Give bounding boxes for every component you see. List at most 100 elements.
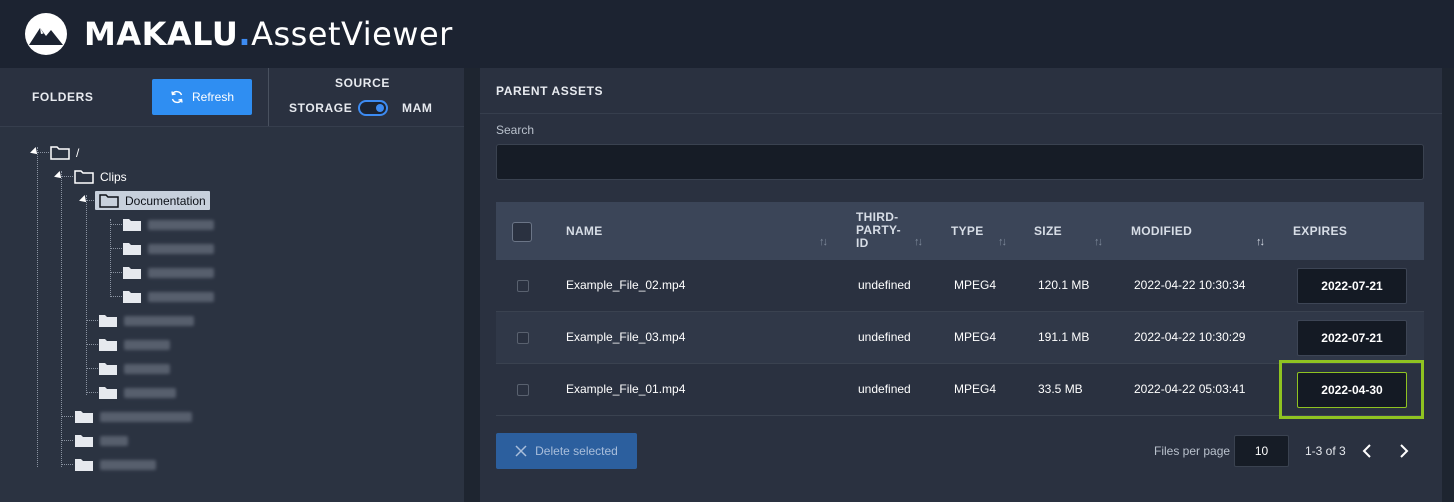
mam-label: MAM — [402, 101, 433, 115]
folder-icon — [123, 267, 141, 279]
column-header-expires[interactable]: EXPIRES — [1293, 225, 1347, 238]
tree-node-redacted[interactable] — [74, 457, 156, 472]
cell-size: 120.1 MB — [1038, 278, 1090, 292]
tree-node-redacted[interactable] — [98, 313, 194, 328]
folder-icon — [99, 363, 117, 375]
next-page-button[interactable] — [1394, 441, 1414, 461]
cell-name: Example_File_01.mp4 — [566, 382, 686, 396]
product-name: AssetViewer — [251, 15, 453, 53]
table-header: NAME ↑↓ THIRD- PARTY- ID ↑↓ TYPE ↑↓ SIZE… — [496, 202, 1424, 260]
refresh-icon — [171, 90, 183, 104]
folder-icon — [99, 315, 117, 327]
cell-modified: 2022-04-22 10:30:29 — [1134, 330, 1246, 344]
tree-node-redacted[interactable] — [122, 265, 214, 280]
expires-date-picker[interactable]: 2022-04-30 — [1297, 372, 1407, 408]
column-header-name[interactable]: NAME — [566, 225, 603, 238]
expires-date-picker[interactable]: 2022-07-21 — [1297, 320, 1407, 356]
tree-node-redacted[interactable] — [74, 409, 192, 424]
files-per-page-input[interactable]: 10 — [1234, 435, 1289, 467]
sort-icon[interactable]: ↑↓ — [998, 236, 1007, 248]
folders-panel-header: FOLDERS Refresh SOURCE STORAGE MAM — [0, 68, 464, 126]
tree-node-label: Clips — [100, 169, 127, 184]
expires-date-picker[interactable]: 2022-07-21 — [1297, 268, 1407, 304]
app-header: MAKALU.AssetViewer — [0, 0, 1454, 68]
folder-icon — [123, 243, 141, 255]
folder-icon — [75, 411, 93, 423]
source-toggle[interactable] — [358, 100, 388, 116]
cell-type: MPEG4 — [954, 278, 997, 292]
cell-type: MPEG4 — [954, 382, 997, 396]
tree-node-redacted[interactable] — [122, 217, 214, 232]
cell-modified: 2022-04-22 05:03:41 — [1134, 382, 1246, 396]
cell-third-party-id: undefined — [858, 330, 911, 344]
tree-node-redacted[interactable] — [98, 385, 176, 400]
folder-tree: / Clips Documentation — [0, 127, 464, 502]
files-per-page-label: Files per page — [1154, 444, 1231, 458]
table-row[interactable]: Example_File_03.mp4 undefined MPEG4 191.… — [496, 312, 1424, 364]
sort-icon[interactable]: ↑↓ — [1094, 236, 1103, 248]
folder-icon — [75, 459, 93, 471]
parent-assets-header: PARENT ASSETS — [480, 68, 1442, 114]
column-header-type[interactable]: TYPE — [951, 225, 984, 238]
select-all-checkbox[interactable] — [512, 222, 532, 242]
prev-page-button[interactable] — [1357, 441, 1377, 461]
tree-node-redacted[interactable] — [122, 289, 214, 304]
column-header-modified[interactable]: MODIFIED — [1131, 225, 1192, 238]
tree-node-clips[interactable]: Clips — [74, 169, 127, 184]
folder-icon — [123, 291, 141, 303]
cell-third-party-id: undefined — [858, 278, 911, 292]
refresh-button[interactable]: Refresh — [152, 79, 252, 115]
column-header-size[interactable]: SIZE — [1034, 225, 1062, 238]
sort-icon-active[interactable]: ↑↓ — [1256, 236, 1265, 248]
sort-icon[interactable]: ↑↓ — [914, 236, 923, 248]
delete-selected-button[interactable]: Delete selected — [496, 433, 637, 469]
tree-node-redacted[interactable] — [122, 241, 214, 256]
row-checkbox[interactable] — [517, 280, 529, 292]
refresh-label: Refresh — [191, 90, 235, 104]
expand-arrow-icon[interactable] — [30, 147, 40, 157]
folder-icon — [74, 170, 94, 184]
expand-arrow-icon[interactable] — [79, 195, 89, 205]
tree-node-redacted[interactable] — [98, 361, 170, 376]
tree-node-label: Documentation — [125, 193, 206, 208]
brand-name: MAKALU — [84, 15, 239, 53]
search-label: Search — [496, 123, 535, 137]
row-checkbox[interactable] — [517, 384, 529, 396]
header-divider — [268, 68, 269, 126]
folders-panel: FOLDERS Refresh SOURCE STORAGE MAM / Cli… — [0, 68, 464, 502]
row-checkbox[interactable] — [517, 332, 529, 344]
table-row[interactable]: Example_File_02.mp4 undefined MPEG4 120.… — [496, 260, 1424, 312]
folder-icon — [99, 387, 117, 399]
tree-node-documentation[interactable]: Documentation — [95, 191, 210, 210]
folder-icon — [50, 146, 70, 160]
search-input[interactable] — [496, 144, 1424, 180]
folder-icon — [75, 435, 93, 447]
cell-name: Example_File_02.mp4 — [566, 278, 686, 292]
brand-dot: . — [238, 15, 252, 53]
tree-node-root[interactable]: / — [50, 145, 79, 160]
cell-type: MPEG4 — [954, 330, 997, 344]
sort-icon[interactable]: ↑↓ — [819, 236, 828, 248]
tree-node-label: / — [76, 145, 80, 160]
tree-node-redacted[interactable] — [74, 433, 128, 448]
folder-icon — [99, 339, 117, 351]
folder-icon — [99, 194, 119, 208]
cell-size: 33.5 MB — [1038, 382, 1083, 396]
expand-arrow-icon[interactable] — [54, 171, 64, 181]
cell-size: 191.1 MB — [1038, 330, 1090, 344]
pagination-info: 1-3 of 3 — [1305, 444, 1346, 458]
folder-icon — [123, 219, 141, 231]
folders-label: FOLDERS — [32, 90, 94, 104]
panel-title: PARENT ASSETS — [496, 84, 604, 98]
mountain-logo-icon — [25, 13, 67, 55]
cell-third-party-id: undefined — [858, 382, 911, 396]
app-title: MAKALU.AssetViewer — [84, 14, 453, 54]
toggle-knob — [376, 104, 384, 112]
chevron-right-icon — [1400, 444, 1409, 458]
chevron-left-icon — [1362, 444, 1371, 458]
tree-node-redacted[interactable] — [98, 337, 170, 352]
cell-modified: 2022-04-22 10:30:34 — [1134, 278, 1246, 292]
column-header-third-party-id[interactable]: THIRD- PARTY- ID — [856, 211, 901, 250]
parent-assets-panel: PARENT ASSETS Search NAME ↑↓ THIRD- PART… — [480, 68, 1442, 502]
table-row[interactable]: Example_File_01.mp4 undefined MPEG4 33.5… — [496, 364, 1424, 416]
